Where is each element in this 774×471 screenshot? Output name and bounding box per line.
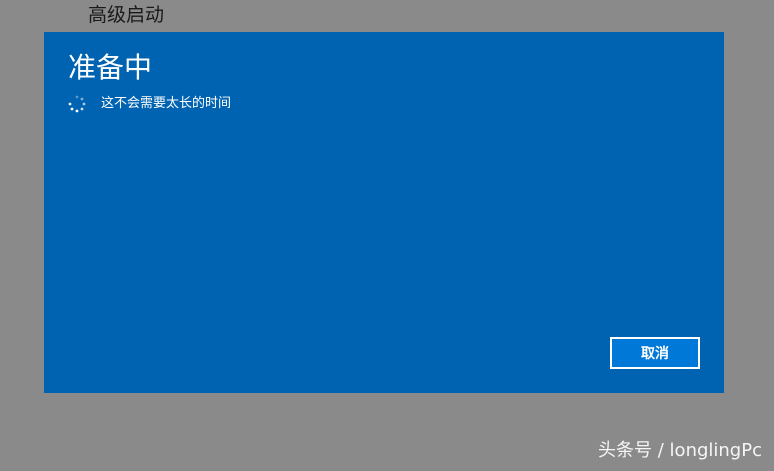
window-title: 高级启动 (88, 4, 165, 26)
dialog-heading: 准备中 (68, 51, 153, 84)
cancel-button[interactable]: 取消 (610, 337, 700, 369)
watermark: 头条号 / longlingPc (598, 440, 762, 461)
progress-message: 这不会需要太长的时间 (101, 96, 232, 111)
preparing-dialog: 准备中 这不会需要太长的时间 取消 (44, 32, 724, 393)
screen: 高级启动 准备中 这不会需要太长的时间 取消 头条号 / longlingPc (0, 0, 774, 471)
progress-row: 这不会需要太长的时间 (68, 93, 231, 115)
loading-spinner-icon (68, 95, 86, 113)
